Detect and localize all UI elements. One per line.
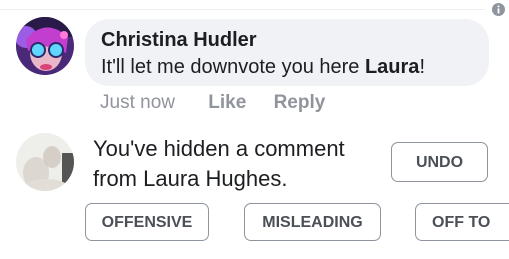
comment-author[interactable]: Christina Hudler [101, 29, 257, 52]
comment-timestamp[interactable]: Just now [100, 92, 175, 114]
mention-laura[interactable]: Laura [365, 56, 419, 78]
reason-off-topic-button[interactable]: OFF TO [415, 203, 509, 241]
comment-actions: Just now Like Reply [100, 92, 347, 114]
info-icon[interactable] [492, 3, 505, 16]
hidden-notice-line2: from Laura Hughes. [93, 166, 288, 191]
comment-text-part: It'll let me downvote you here [101, 56, 365, 78]
hidden-commenter-avatar [16, 133, 74, 191]
comment-bubble: Christina Hudler It'll let me downvote y… [85, 19, 489, 86]
reply-button[interactable]: Reply [274, 92, 326, 114]
comment-text: It'll let me downvote you here Laura! [101, 56, 425, 79]
commenter-avatar[interactable] [16, 17, 74, 75]
reason-offensive-button[interactable]: OFFENSIVE [85, 203, 209, 241]
top-divider [0, 9, 485, 10]
comment-text-end: ! [419, 56, 425, 78]
hidden-notice-line1: You've hidden a comment [93, 136, 345, 161]
like-button[interactable]: Like [208, 92, 246, 114]
reason-misleading-button[interactable]: MISLEADING [244, 203, 381, 241]
hidden-comment-notice: You've hidden a comment from Laura Hughe… [93, 134, 383, 194]
undo-button[interactable]: UNDO [391, 142, 488, 182]
